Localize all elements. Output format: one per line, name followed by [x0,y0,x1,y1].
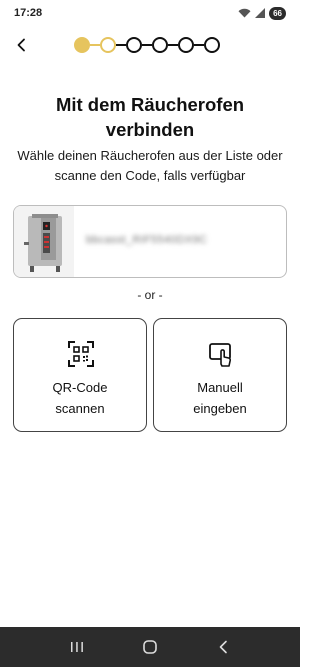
battery-icon: 66 [269,6,286,20]
page-title: Mit dem Räucherofen verbinden [55,94,245,140]
smoker-device-image [14,206,74,277]
status-icons: 66 [238,6,286,20]
system-back-button[interactable] [208,635,238,659]
progress-stepper [74,37,220,53]
status-bar: 17:28 66 [0,0,300,28]
step-connector [116,44,126,46]
step-connector [142,44,152,46]
back-icon [220,640,228,654]
step-1-completed [74,37,90,53]
manual-entry-button[interactable]: Manuell eingeben [153,318,287,432]
back-button[interactable] [10,34,32,56]
status-time: 17:28 [14,7,43,19]
recent-apps-button[interactable] [62,635,92,659]
step-6 [204,37,220,53]
option-label: QR-Code scannen [52,380,108,416]
or-divider: - or - [137,288,163,302]
option-label: Manuell eingeben [193,380,247,416]
device-name: bbcasst_RIF5540DX9C [86,234,208,246]
step-4 [152,37,168,53]
chevron-left-icon [17,38,25,52]
tap-screen-icon [209,343,232,367]
home-icon [143,640,157,654]
step-5 [178,37,194,53]
system-nav-bar [0,627,300,667]
step-2-current [100,37,116,53]
step-connector [168,44,178,46]
step-connector [90,44,100,46]
step-connector [194,44,204,46]
recent-apps-icon [70,642,83,652]
scan-qr-code-button[interactable]: QR-Code scannen [13,318,147,432]
home-button[interactable] [135,635,165,659]
device-list-item[interactable]: bbcasst_RIF5540DX9C [13,205,287,278]
qr-code-scan-icon [68,341,94,367]
signal-icon [255,8,266,18]
wifi-icon [238,8,251,18]
step-3 [126,37,142,53]
page-subtitle: Wähle deinen Räucherofen aus der Liste o… [17,148,283,183]
